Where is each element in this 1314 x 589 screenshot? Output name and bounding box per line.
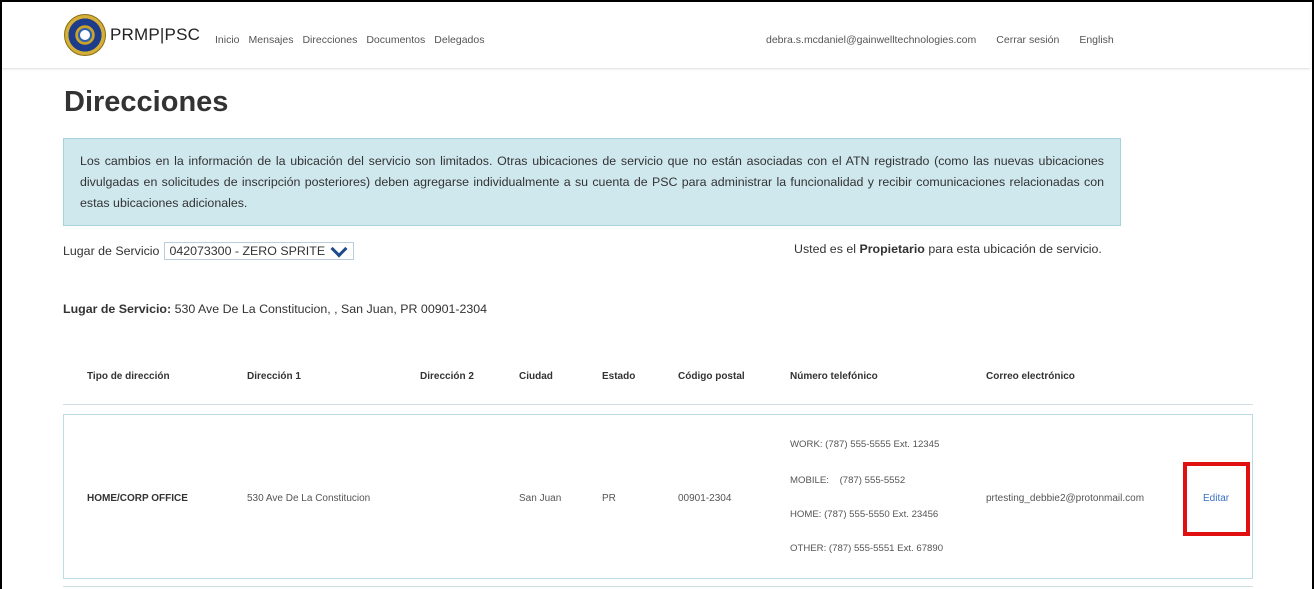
owner-prefix: Usted es el [794,242,856,256]
nav-inicio[interactable]: Inicio [215,34,240,46]
row-tipo: HOME/CORP OFFICE [87,493,188,504]
highlight-box [1183,462,1250,536]
phone-work: WORK: (787) 555-5555 Ext. 12345 [790,439,940,450]
page-title: Direcciones [64,86,229,118]
logout-link[interactable]: Cerrar sesión [996,34,1059,46]
brand-name: PRMP|PSC [110,25,201,44]
language-link[interactable]: English [1079,34,1113,46]
service-location-value: 042073300 - ZERO SPRITE [169,244,326,258]
header-divider [63,404,1253,405]
service-location-label: Lugar de Servicio [63,244,160,258]
row-estado: PR [602,493,616,504]
nav-delegados[interactable]: Delegados [434,34,484,46]
header-correo: Correo electrónico [986,371,1075,382]
header-tipo: Tipo de dirección [87,371,170,382]
row-direccion1: 530 Ave De La Constitucion [247,493,371,504]
header-codigo-postal: Código postal [678,371,745,382]
row-ciudad: San Juan [519,493,562,504]
row-correo: prtesting_debbie2@protonmail.com [986,493,1145,504]
header-estado: Estado [602,371,636,382]
service-location-dropdown[interactable]: 042073300 - ZERO SPRITE [164,240,355,260]
chevron-down-icon [330,240,348,258]
row-codigo-postal: 00901-2304 [678,493,732,504]
phone-other: OTHER: (787) 555-5551 Ext. 67890 [790,543,944,554]
owner-suffix: para esta ubicación de servicio. [928,242,1102,256]
service-address: Lugar de Servicio: 530 Ave De La Constit… [63,302,487,316]
logo[interactable]: PRMP|PSC [64,14,200,56]
service-address-value: 530 Ave De La Constitucion, , San Juan, … [174,302,488,316]
user-email[interactable]: debra.s.mcdaniel@gainwelltechnologies.co… [766,34,976,46]
header-direccion2: Dirección 2 [420,371,474,382]
top-navbar: PRMP|PSC Inicio Mensajes Direcciones Doc… [2,2,1310,69]
user-nav: debra.s.mcdaniel@gainwelltechnologies.co… [766,34,1114,46]
service-address-label: Lugar de Servicio: [63,302,172,316]
owner-notice: Usted es el Propietario para esta ubicac… [794,242,1102,256]
phone-mobile: MOBILE: (787) 555-5552 [790,475,906,486]
service-location-selector: Lugar de Servicio 042073300 - ZERO SPRIT… [63,240,355,260]
nav-documentos[interactable]: Documentos [366,34,425,46]
nav-direcciones[interactable]: Direcciones [302,34,357,46]
header-ciudad: Ciudad [519,371,553,382]
header-direccion1: Dirección 1 [247,371,301,382]
nav-mensajes[interactable]: Mensajes [249,34,294,46]
phone-home: HOME: (787) 555-5550 Ext. 23456 [790,509,939,520]
header-telefono: Número telefónico [790,371,878,382]
main-nav: Inicio Mensajes Direcciones Documentos D… [215,34,484,46]
table-bottom-divider [63,586,1253,587]
seal-icon [64,14,106,56]
info-alert: Los cambios en la información de la ubic… [63,138,1121,226]
owner-role: Propietario [859,242,925,256]
